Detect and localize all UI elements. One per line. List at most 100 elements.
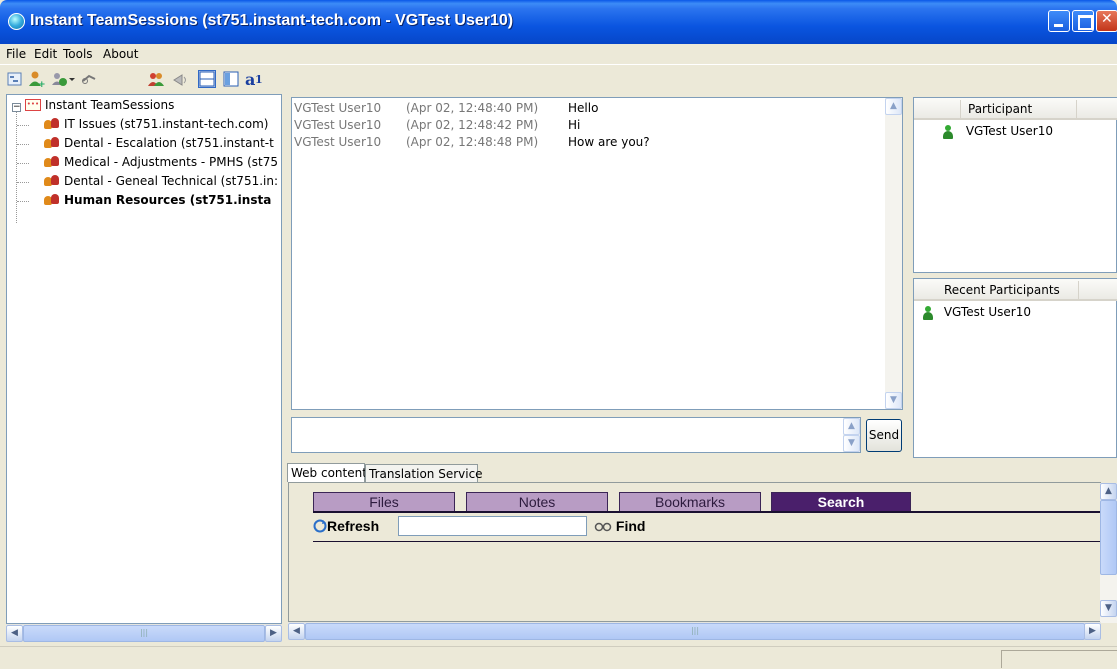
minimize-button[interactable]: [1048, 10, 1070, 32]
menu-edit[interactable]: Edit: [34, 47, 57, 61]
scroll-thumb[interactable]: |||: [305, 623, 1085, 640]
message-sender: VGTest User10: [294, 135, 382, 149]
web-tab-files[interactable]: Files: [313, 492, 455, 512]
send-button[interactable]: Send: [866, 419, 902, 452]
participant-header-label: Participant: [968, 102, 1033, 116]
add-user-icon[interactable]: +: [27, 70, 46, 90]
group-icon: [44, 137, 60, 149]
svg-text:a: a: [245, 70, 255, 88]
tree-item-label: Dental - Escalation (st751.instant-t: [64, 136, 274, 150]
menu-about[interactable]: About: [103, 47, 138, 61]
message-input[interactable]: ▲ ▼: [291, 417, 861, 453]
user-online-icon: [942, 124, 954, 139]
recent-participant-list[interactable]: Recent Participants VGTest User10: [913, 278, 1117, 458]
link-icon[interactable]: [80, 70, 98, 88]
message-time: (Apr 02, 12:48:40 PM): [406, 101, 539, 115]
tree-item-label: IT Issues (st751.instant-tech.com): [64, 117, 269, 131]
search-divider: [313, 541, 1101, 542]
find-input[interactable]: [398, 516, 587, 536]
message-sender: VGTest User10: [294, 101, 382, 115]
find-label: Find: [615, 518, 646, 534]
broadcast-icon[interactable]: [171, 70, 189, 88]
message-text: How are you?: [568, 135, 650, 149]
status-bar: [0, 646, 1117, 669]
web-horizontal-scrollbar[interactable]: ◀ ||| ▶: [288, 622, 1101, 640]
menu-bar: File Edit Tools About: [0, 44, 1117, 64]
app-window: Instant TeamSessions (st751.instant-tech…: [0, 0, 1117, 669]
add-group-icon[interactable]: [50, 70, 68, 88]
font-icon[interactable]: a1: [244, 70, 263, 89]
message-text: Hello: [568, 101, 599, 115]
group-icon: [44, 194, 60, 206]
session-root-icon: •••: [25, 99, 41, 111]
tree-item-label: Dental - Geneal Technical (st751.in:: [64, 174, 279, 188]
tree-item-label: Human Resources (st751.insta: [64, 193, 272, 207]
scroll-up-icon[interactable]: ▲: [885, 98, 902, 115]
tree-root-label: Instant TeamSessions: [45, 98, 175, 112]
window-title: Instant TeamSessions (st751.instant-tech…: [30, 12, 514, 29]
scroll-thumb[interactable]: |||: [23, 625, 265, 642]
message-time: (Apr 02, 12:48:42 PM): [406, 118, 539, 132]
recent-column-header[interactable]: Recent Participants: [914, 279, 1117, 301]
toolbar: + a1: [0, 64, 1117, 94]
tree-view-icon[interactable]: [6, 70, 24, 88]
participant-name: VGTest User10: [965, 124, 1053, 138]
layout-vertical-icon[interactable]: [222, 70, 240, 88]
scroll-thumb[interactable]: [1100, 500, 1117, 575]
scroll-down-icon[interactable]: ▼: [885, 392, 902, 409]
app-icon: [8, 13, 25, 30]
scroll-up-icon[interactable]: ▲: [1100, 483, 1117, 500]
refresh-icon: [313, 519, 327, 533]
maximize-button[interactable]: [1072, 10, 1094, 32]
recent-header-label: Recent Participants: [944, 283, 1060, 297]
menu-tools[interactable]: Tools: [63, 47, 93, 61]
tab-translation-service[interactable]: Translation Service: [365, 464, 483, 483]
find-button[interactable]: Find: [594, 518, 645, 534]
session-tree[interactable]: − ••• Instant TeamSessions IT Issues (st…: [6, 94, 282, 624]
participant-item[interactable]: VGTest User10: [942, 124, 1053, 139]
users-icon[interactable]: [147, 70, 165, 88]
group-icon: [44, 118, 60, 130]
scroll-left-icon[interactable]: ◀: [288, 623, 305, 640]
web-vertical-scrollbar[interactable]: ▲ ▼: [1100, 483, 1117, 623]
scroll-left-icon[interactable]: ◀: [6, 625, 23, 642]
scroll-right-icon[interactable]: ▶: [1084, 623, 1101, 640]
binoculars-icon: [594, 522, 612, 532]
chat-vertical-scrollbar[interactable]: ▲ ▼: [885, 98, 902, 409]
input-vertical-scrollbar[interactable]: ▲ ▼: [843, 418, 860, 452]
web-content-panel: Files Notes Bookmarks Search Refresh Fin…: [288, 482, 1117, 623]
chat-transcript[interactable]: VGTest User10 (Apr 02, 12:48:40 PM) Hell…: [291, 97, 903, 410]
scroll-up-icon[interactable]: ▲: [843, 418, 860, 435]
tab-web-content[interactable]: Web content: [287, 463, 367, 482]
recent-participant-name: VGTest User10: [943, 305, 1031, 319]
svg-text:1: 1: [255, 73, 263, 86]
participant-column-header[interactable]: Participant: [914, 98, 1117, 120]
recent-participant-item[interactable]: VGTest User10: [922, 305, 1031, 320]
scroll-down-icon[interactable]: ▼: [843, 435, 860, 452]
refresh-label: Refresh: [327, 518, 380, 534]
scroll-down-icon[interactable]: ▼: [1100, 600, 1117, 617]
message-text: Hi: [568, 118, 581, 132]
tree-connector: [16, 111, 17, 223]
scroll-right-icon[interactable]: ▶: [265, 625, 282, 642]
tree-item-label: Medical - Adjustments - PMHS (st75: [64, 155, 278, 169]
participant-list[interactable]: Participant VGTest User10: [913, 97, 1117, 273]
group-icon: [44, 175, 60, 187]
collapse-icon[interactable]: −: [12, 103, 21, 112]
title-bar[interactable]: Instant TeamSessions (st751.instant-tech…: [0, 0, 1117, 44]
svg-text:+: +: [38, 80, 45, 88]
status-panel: [1001, 650, 1117, 668]
dropdown-arrow-icon[interactable]: [68, 70, 76, 88]
close-button[interactable]: [1096, 10, 1117, 32]
group-icon: [44, 156, 60, 168]
web-tab-notes[interactable]: Notes: [466, 492, 608, 512]
web-tab-underline: [313, 511, 1101, 513]
message-sender: VGTest User10: [294, 118, 382, 132]
tree-horizontal-scrollbar[interactable]: ◀ ||| ▶: [6, 624, 282, 642]
refresh-button[interactable]: Refresh: [313, 518, 379, 534]
layout-horizontal-icon[interactable]: [198, 70, 216, 88]
message-time: (Apr 02, 12:48:48 PM): [406, 135, 539, 149]
menu-file[interactable]: File: [6, 47, 26, 61]
web-tab-search[interactable]: Search: [771, 492, 911, 512]
web-tab-bookmarks[interactable]: Bookmarks: [619, 492, 761, 512]
